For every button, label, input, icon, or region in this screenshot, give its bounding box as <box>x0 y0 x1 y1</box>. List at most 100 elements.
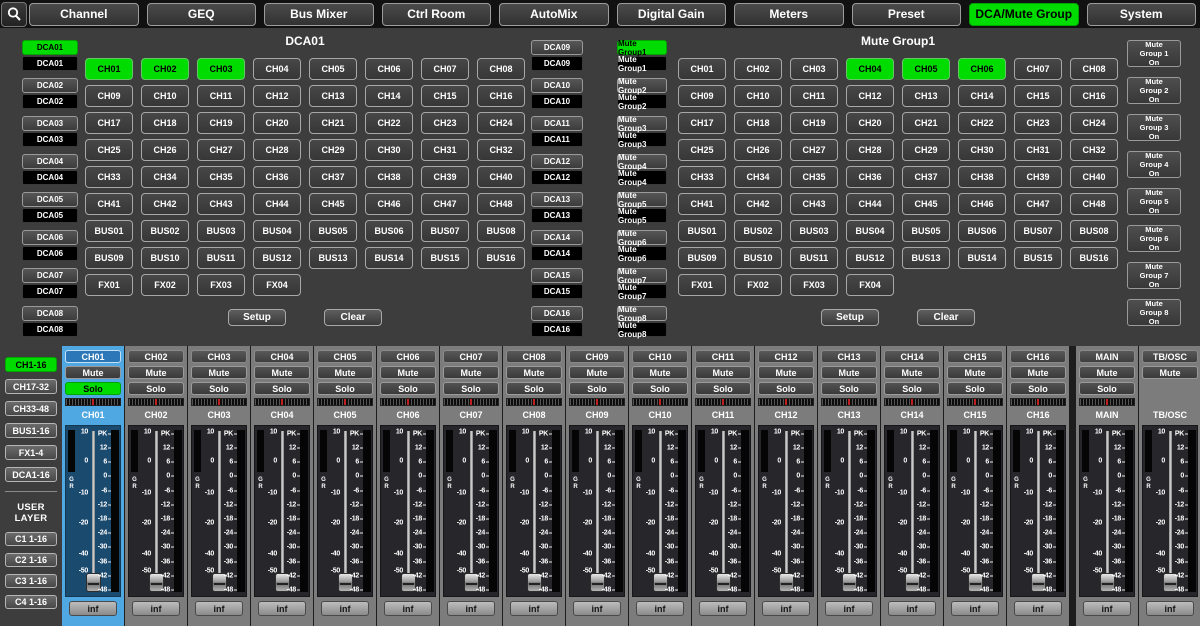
dca-assign-ch34[interactable]: CH34 <box>141 166 189 188</box>
mute-assign-bus16[interactable]: BUS16 <box>1070 247 1118 269</box>
mute-assign-ch32[interactable]: CH32 <box>1070 139 1118 161</box>
mute-assign-ch24[interactable]: CH24 <box>1070 112 1118 134</box>
dca-assign-ch33[interactable]: CH33 <box>85 166 133 188</box>
solo-button-ch14[interactable]: Solo <box>884 382 940 395</box>
dca-assign-ch32[interactable]: CH32 <box>477 139 525 161</box>
dca-select-button-dca04[interactable]: DCA04 <box>22 154 78 169</box>
solo-button-ch16[interactable]: Solo <box>1010 382 1066 395</box>
tab-system[interactable]: System <box>1087 3 1197 26</box>
dca-assign-ch42[interactable]: CH42 <box>141 193 189 215</box>
mute-assign-ch16[interactable]: CH16 <box>1070 85 1118 107</box>
dca-assign-ch26[interactable]: CH26 <box>141 139 189 161</box>
mute-assign-ch08[interactable]: CH08 <box>1070 58 1118 80</box>
dca-assign-ch07[interactable]: CH07 <box>421 58 469 80</box>
mute-assign-ch27[interactable]: CH27 <box>790 139 838 161</box>
dca-clear-button[interactable]: Clear <box>324 309 382 326</box>
fader-value-button-ch06[interactable]: inf <box>384 601 432 616</box>
mute-assign-bus01[interactable]: BUS01 <box>678 220 726 242</box>
mute-assign-bus03[interactable]: BUS03 <box>790 220 838 242</box>
mute-assign-bus02[interactable]: BUS02 <box>734 220 782 242</box>
mute-assign-ch34[interactable]: CH34 <box>734 166 782 188</box>
dca-assign-ch35[interactable]: CH35 <box>197 166 245 188</box>
dca-assign-ch21[interactable]: CH21 <box>309 112 357 134</box>
mute-assign-ch43[interactable]: CH43 <box>790 193 838 215</box>
dca-assign-ch09[interactable]: CH09 <box>85 85 133 107</box>
dca-assign-ch23[interactable]: CH23 <box>421 112 469 134</box>
strip-name-tb-osc[interactable]: TB/OSC <box>1142 350 1198 363</box>
user-layer-button-c1-1-16[interactable]: C1 1-16 <box>5 532 57 546</box>
mute-button-ch09[interactable]: Mute <box>569 366 625 379</box>
dca-assign-ch25[interactable]: CH25 <box>85 139 133 161</box>
dca-assign-ch29[interactable]: CH29 <box>309 139 357 161</box>
dca-assign-ch20[interactable]: CH20 <box>253 112 301 134</box>
tab-bus-mixer[interactable]: Bus Mixer <box>264 3 374 26</box>
mute-assign-ch19[interactable]: CH19 <box>790 112 838 134</box>
mute-assign-bus05[interactable]: BUS05 <box>902 220 950 242</box>
mute-assign-ch07[interactable]: CH07 <box>1014 58 1062 80</box>
dca-assign-ch30[interactable]: CH30 <box>365 139 413 161</box>
mute-assign-ch14[interactable]: CH14 <box>958 85 1006 107</box>
strip-name-ch07[interactable]: CH07 <box>443 350 499 363</box>
solo-button-ch10[interactable]: Solo <box>632 382 688 395</box>
tab-preset[interactable]: Preset <box>852 3 962 26</box>
mute-assign-ch38[interactable]: CH38 <box>958 166 1006 188</box>
fader-value-button-ch12[interactable]: inf <box>762 601 810 616</box>
mute-assign-bus10[interactable]: BUS10 <box>734 247 782 269</box>
dca-assign-ch40[interactable]: CH40 <box>477 166 525 188</box>
tab-digital-gain[interactable]: Digital Gain <box>617 3 727 26</box>
dca-assign-ch05[interactable]: CH05 <box>309 58 357 80</box>
dca-assign-ch24[interactable]: CH24 <box>477 112 525 134</box>
mute-button-ch04[interactable]: Mute <box>254 366 310 379</box>
mute-group-select-button-mute-group2[interactable]: Mute Group2 <box>617 78 667 93</box>
dca-assign-ch11[interactable]: CH11 <box>197 85 245 107</box>
mute-button-ch13[interactable]: Mute <box>821 366 877 379</box>
dca-assign-ch48[interactable]: CH48 <box>477 193 525 215</box>
dca-select-button-dca01[interactable]: DCA01 <box>22 40 78 55</box>
mute-button-ch15[interactable]: Mute <box>947 366 1003 379</box>
mute-assign-bus15[interactable]: BUS15 <box>1014 247 1062 269</box>
mute-group-select-button-mute-group1[interactable]: Mute Group1 <box>617 40 667 55</box>
dca-assign-bus13[interactable]: BUS13 <box>309 247 357 269</box>
mute-assign-bus07[interactable]: BUS07 <box>1014 220 1062 242</box>
mute-group-select-button-mute-group6[interactable]: Mute Group6 <box>617 230 667 245</box>
solo-button-ch12[interactable]: Solo <box>758 382 814 395</box>
mute-assign-ch30[interactable]: CH30 <box>958 139 1006 161</box>
mute-group-on-button-mute-group-2[interactable]: Mute Group 2On <box>1127 77 1181 104</box>
solo-button-ch06[interactable]: Solo <box>380 382 436 395</box>
mute-button-ch07[interactable]: Mute <box>443 366 499 379</box>
dca-assign-ch47[interactable]: CH47 <box>421 193 469 215</box>
fader-value-button-ch01[interactable]: inf <box>69 601 117 616</box>
dca-select-button-dca13[interactable]: DCA13 <box>531 192 583 207</box>
dca-assign-ch41[interactable]: CH41 <box>85 193 133 215</box>
dca-select-button-dca06[interactable]: DCA06 <box>22 230 78 245</box>
mute-button-ch16[interactable]: Mute <box>1010 366 1066 379</box>
solo-button-ch01[interactable]: Solo <box>65 382 121 395</box>
dca-assign-ch04[interactable]: CH04 <box>253 58 301 80</box>
mute-assign-ch29[interactable]: CH29 <box>902 139 950 161</box>
layer-button-fx1-4[interactable]: FX1-4 <box>5 445 57 460</box>
mute-clear-button[interactable]: Clear <box>917 309 975 326</box>
dca-assign-ch44[interactable]: CH44 <box>253 193 301 215</box>
mute-assign-fx01[interactable]: FX01 <box>678 274 726 296</box>
mute-button-ch05[interactable]: Mute <box>317 366 373 379</box>
layer-button-ch17-32[interactable]: CH17-32 <box>5 379 57 394</box>
mute-group-on-button-mute-group-5[interactable]: Mute Group 5On <box>1127 188 1181 215</box>
mute-setup-button[interactable]: Setup <box>821 309 879 326</box>
strip-name-ch05[interactable]: CH05 <box>317 350 373 363</box>
mute-assign-bus09[interactable]: BUS09 <box>678 247 726 269</box>
mute-assign-ch36[interactable]: CH36 <box>846 166 894 188</box>
strip-name-ch02[interactable]: CH02 <box>128 350 184 363</box>
mute-assign-bus12[interactable]: BUS12 <box>846 247 894 269</box>
mute-button-ch12[interactable]: Mute <box>758 366 814 379</box>
layer-button-ch1-16[interactable]: CH1-16 <box>5 357 57 372</box>
mute-assign-fx02[interactable]: FX02 <box>734 274 782 296</box>
mute-assign-fx03[interactable]: FX03 <box>790 274 838 296</box>
mute-assign-ch23[interactable]: CH23 <box>1014 112 1062 134</box>
mute-assign-ch05[interactable]: CH05 <box>902 58 950 80</box>
dca-assign-ch39[interactable]: CH39 <box>421 166 469 188</box>
tab-automix[interactable]: AutoMix <box>499 3 609 26</box>
dca-assign-bus07[interactable]: BUS07 <box>421 220 469 242</box>
solo-button-main[interactable]: Solo <box>1079 382 1135 395</box>
fader-value-button-ch09[interactable]: inf <box>573 601 621 616</box>
mute-assign-ch47[interactable]: CH47 <box>1014 193 1062 215</box>
